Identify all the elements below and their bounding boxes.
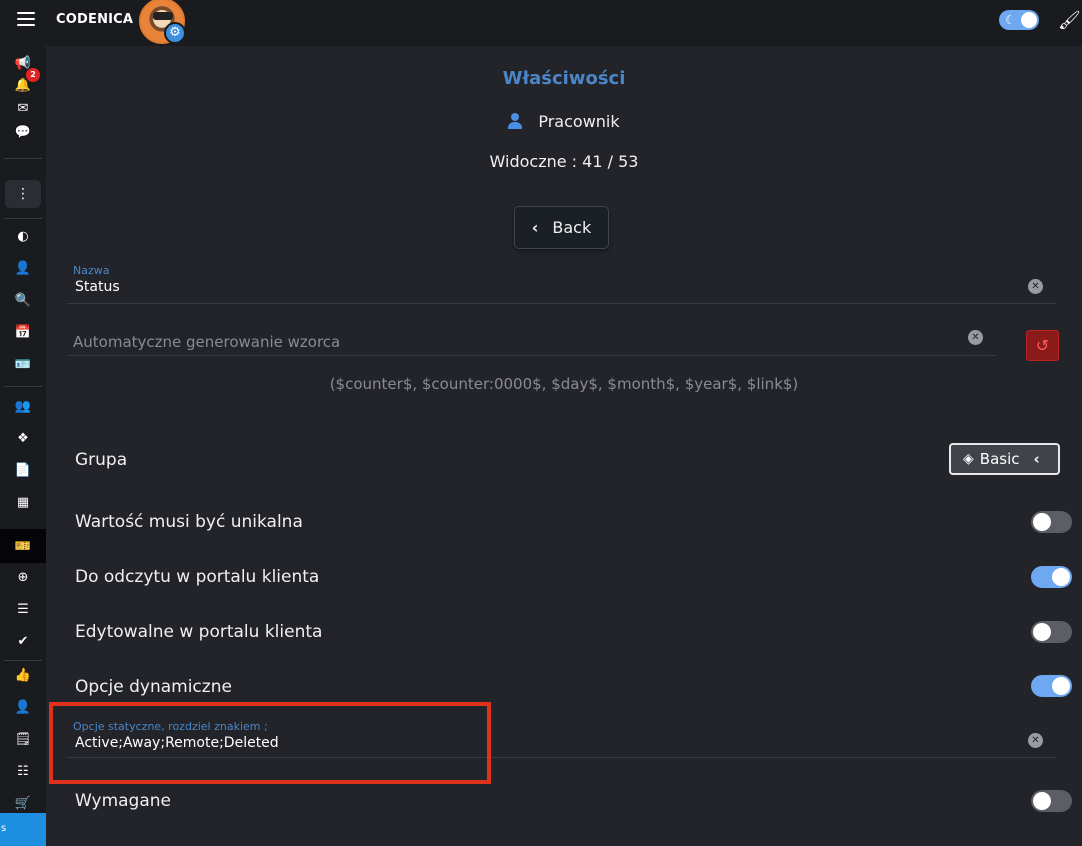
static-options-label: Opcje statyczne, rozdziel znakiem ; [73, 720, 268, 733]
name-field-value: Status [75, 279, 120, 295]
list-icon[interactable]: ☰ [0, 597, 46, 621]
undo-icon: ↺ [1035, 336, 1050, 355]
users-icon[interactable]: 👥 [0, 394, 46, 418]
clear-static-options-icon[interactable]: ✕ [1028, 733, 1043, 748]
search-icon[interactable]: 🔍 [0, 288, 46, 312]
check-double-icon[interactable]: ✔ [0, 629, 46, 653]
checklist-icon[interactable]: ☷ [0, 759, 46, 783]
client-edit-toggle[interactable] [1031, 621, 1072, 643]
building-icon[interactable]: ▦ [0, 490, 46, 514]
unique-toggle[interactable] [1031, 511, 1072, 533]
pattern-field[interactable]: Automatyczne generowanie wzorca [67, 316, 996, 356]
required-toggle[interactable] [1031, 790, 1072, 812]
top-bar: CODENICA ⚙ ☾ 🖌 [0, 0, 1082, 46]
client-read-label: Do odczytu w portalu klienta [75, 567, 320, 587]
user-check-icon[interactable]: 👤 [0, 695, 46, 719]
divider [4, 660, 42, 661]
page-title: Właściwości [502, 68, 626, 89]
brand-name: CODENICA [56, 12, 134, 27]
cart-icon[interactable]: 🛒 [0, 791, 46, 815]
clear-name-icon[interactable]: ✕ [1028, 279, 1043, 294]
main-content: Właściwości Pracownik Widoczne : 41 / 53… [46, 46, 1082, 846]
plus-circle-icon[interactable]: ⊕ [0, 565, 46, 589]
static-options-value: Active;Away;Remote;Deleted [75, 735, 279, 751]
name-field-label: Nazwa [73, 264, 110, 277]
divider [4, 158, 42, 159]
name-field[interactable]: Nazwa Status [67, 260, 1056, 304]
id-card-icon[interactable]: 🪪 [0, 352, 46, 376]
client-read-toggle[interactable] [1031, 566, 1072, 588]
visible-count: Widoczne : 41 / 53 [489, 152, 639, 171]
dynamic-options-label: Opcje dynamiczne [75, 677, 232, 697]
entity-name: Pracownik [538, 112, 620, 131]
hamburger-icon[interactable] [17, 12, 35, 30]
divider [4, 386, 42, 387]
group-select-button[interactable]: ◈ Basic ‹ [949, 443, 1060, 475]
chat-icon[interactable]: 💬 [0, 120, 46, 144]
clear-pattern-icon[interactable]: ✕ [968, 330, 983, 345]
note-icon[interactable]: 🗒 [0, 727, 46, 751]
more-vertical-icon[interactable]: ⋮ [5, 180, 41, 208]
theme-toggle[interactable]: ☾ [999, 10, 1039, 30]
pattern-hint: ($counter$, $counter:0000$, $day$, $mont… [329, 375, 799, 393]
required-label: Wymagane [75, 791, 171, 811]
thumbs-up-icon[interactable]: 👍 [0, 663, 46, 687]
user-icon[interactable]: 👤 [0, 256, 46, 280]
brush-icon[interactable]: 🖌 [1058, 10, 1081, 31]
divider [4, 218, 42, 219]
chevron-left-icon: ‹ [531, 218, 539, 237]
static-options-field[interactable]: Opcje statyczne, rozdziel znakiem ; Acti… [67, 714, 1056, 758]
chevron-left-icon: ‹ [1033, 450, 1040, 468]
unique-label: Wartość musi być unikalna [75, 512, 303, 532]
envelope-icon[interactable]: ✉ [0, 96, 46, 120]
pattern-placeholder: Automatyczne generowanie wzorca [73, 333, 341, 351]
entity-header: Pracownik [46, 112, 1082, 131]
person-icon [508, 113, 523, 129]
dashboard-icon[interactable]: ◐ [0, 224, 46, 248]
ticket-icon[interactable]: 🎫 [0, 534, 46, 558]
dynamic-options-toggle[interactable] [1031, 675, 1072, 697]
group-label: Grupa [75, 450, 128, 470]
group-value: Basic [979, 450, 1020, 468]
client-edit-label: Edytowalne w portalu klienta [75, 622, 323, 642]
sidebar: 📢 🔔 2 ✉ 💬 ⋮ ◐ 👤 🔍 📅 🪪 👥 ❖ 📄 ▦ 🎫 ⊕ ☰ ✔ 👍 … [0, 46, 46, 846]
notification-badge: 2 [26, 68, 40, 82]
file-icon[interactable]: 📄 [0, 458, 46, 482]
layers-icon: ◈ [963, 451, 974, 467]
back-label: Back [552, 218, 592, 237]
reset-pattern-button[interactable]: ↺ [1026, 330, 1059, 361]
sidebar-bottom-tab[interactable]: s [0, 813, 46, 846]
settings-gear-icon[interactable]: ⚙ [164, 22, 186, 44]
back-button[interactable]: ‹ Back [514, 206, 609, 249]
cubes-icon[interactable]: ❖ [0, 426, 46, 450]
calendar-icon[interactable]: 📅 [0, 320, 46, 344]
moon-icon: ☾ [1005, 13, 1016, 27]
